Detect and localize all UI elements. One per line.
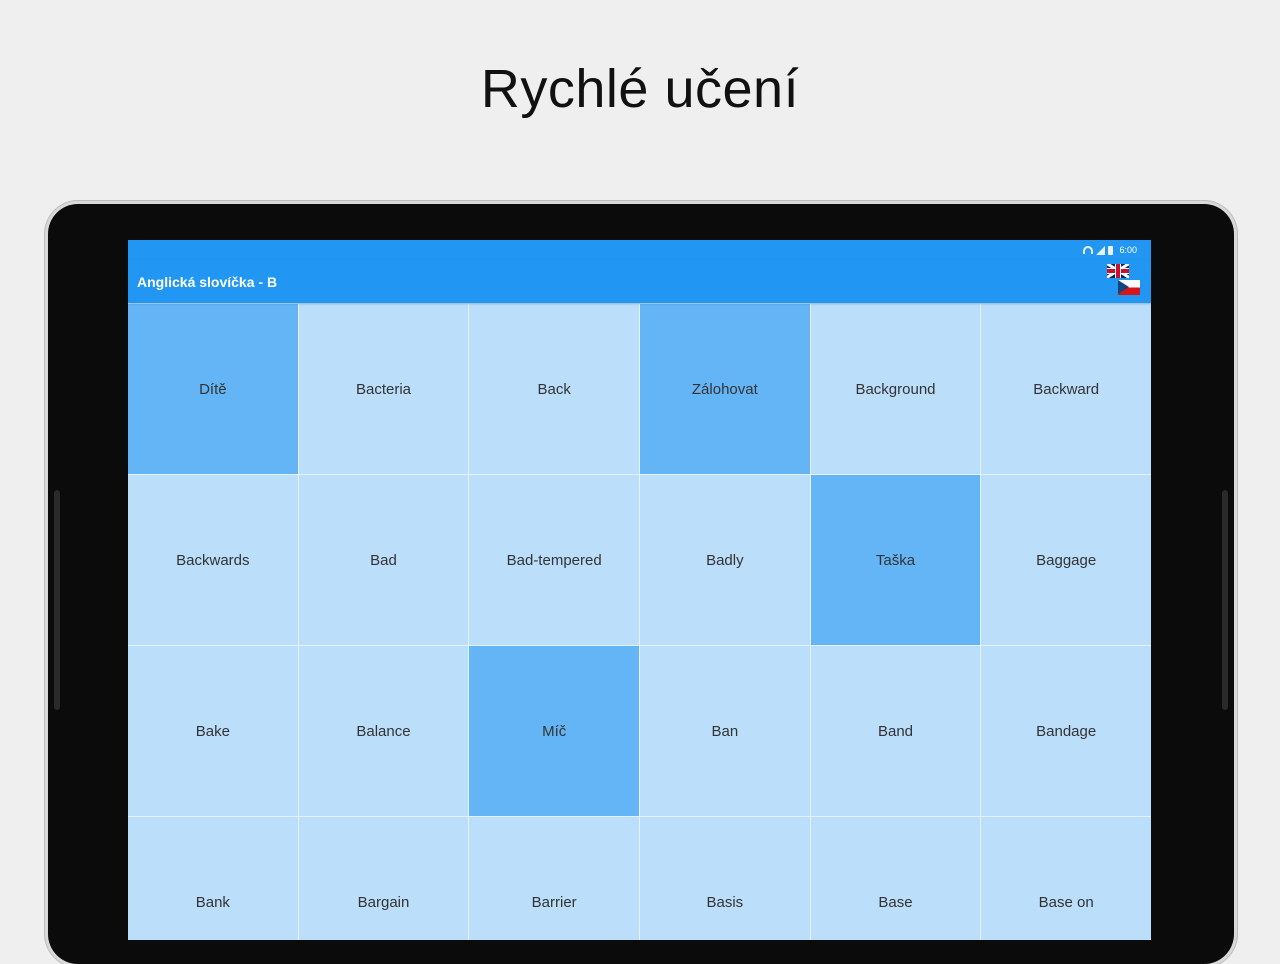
cz-flag-icon — [1118, 279, 1140, 295]
word-tile[interactable]: Bandage — [981, 646, 1151, 816]
word-tile[interactable]: Back — [469, 304, 639, 474]
word-tile[interactable]: Bargain — [298, 817, 469, 940]
word-tile[interactable]: Band — [810, 646, 981, 816]
word-tile[interactable]: Míč — [469, 646, 639, 816]
battery-icon — [1108, 245, 1114, 255]
word-tile[interactable]: Backwards — [128, 475, 298, 645]
headline: Rychlé učení — [480, 59, 800, 119]
word-tile[interactable]: Base — [810, 817, 981, 940]
uk-flag-icon — [1107, 263, 1129, 278]
word-tile[interactable]: Bad — [298, 475, 469, 645]
word-tile-grid: Dítě Bacteria Back Zálohovat Background Backw… — [128, 304, 1151, 940]
word-tile[interactable]: Dítě — [128, 304, 298, 474]
app-title: Anglická slovíčka - B — [137, 273, 278, 290]
word-tile[interactable]: Backward — [981, 304, 1151, 474]
word-tile[interactable]: Baggage — [981, 475, 1151, 645]
app-bar: Anglická slovíčka - B — [128, 260, 1151, 303]
status-bar: 6:00 — [128, 240, 1151, 260]
signal-icon — [1096, 245, 1106, 255]
word-tile[interactable]: Bake — [128, 646, 298, 816]
word-tile[interactable]: Ban — [640, 646, 810, 816]
word-tile[interactable]: Taška — [810, 475, 981, 645]
word-tile[interactable]: Barrier — [469, 817, 639, 940]
status-icons — [1083, 245, 1114, 255]
app-screen: 6:00 Anglická slovíčka - B Dítě Bacteria B… — [128, 240, 1151, 940]
word-tile[interactable]: Background — [810, 304, 981, 474]
language-toggle-button[interactable] — [1107, 263, 1141, 300]
tablet-side-button-left — [54, 490, 60, 710]
word-tile[interactable]: Bacteria — [298, 304, 469, 474]
status-time: 6:00 — [1119, 245, 1137, 255]
word-tile[interactable]: Base on — [981, 817, 1151, 940]
tablet-frame: 6:00 Anglická slovíčka - B Dítě Bacteria B… — [48, 204, 1234, 964]
wifi-icon — [1083, 246, 1094, 254]
word-tile[interactable]: Balance — [298, 646, 469, 816]
word-tile[interactable]: Badly — [640, 475, 810, 645]
word-tile[interactable]: Bad-tempered — [469, 475, 639, 645]
tablet-side-button-right — [1222, 490, 1228, 710]
word-tile[interactable]: Basis — [640, 817, 810, 940]
word-tile[interactable]: Zálohovat — [640, 304, 810, 474]
word-tile[interactable]: Bank — [128, 817, 298, 940]
